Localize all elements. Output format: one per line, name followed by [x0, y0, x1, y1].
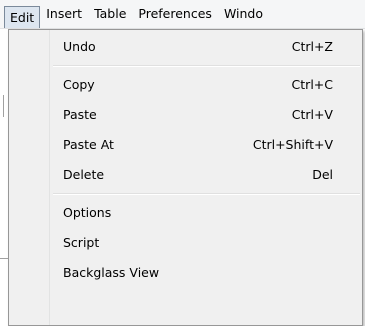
- menu-item-paste[interactable]: Paste Ctrl+V: [9, 100, 362, 130]
- menu-item-options[interactable]: Options: [9, 198, 362, 228]
- menu-edit[interactable]: Edit: [4, 6, 41, 28]
- background-divider: [0, 258, 8, 259]
- menu-item-shortcut: Ctrl+Z: [291, 39, 333, 54]
- menu-insert[interactable]: Insert: [40, 4, 88, 24]
- menu-item-label: Script: [63, 235, 100, 250]
- menu-item-label: Options: [63, 205, 112, 220]
- edit-menu-list: Undo Ctrl+Z Copy Ctrl+C Paste Ctrl+V Pas…: [9, 30, 362, 288]
- menu-table[interactable]: Table: [88, 4, 132, 24]
- menu-item-label: Paste At: [63, 137, 114, 152]
- menu-separator: [9, 190, 362, 198]
- background-window-edge: [0, 29, 8, 326]
- menu-item-copy[interactable]: Copy Ctrl+C: [9, 70, 362, 100]
- menu-item-label: Copy: [63, 77, 95, 92]
- menu-item-backglass-view[interactable]: Backglass View: [9, 258, 362, 288]
- menu-item-undo[interactable]: Undo Ctrl+Z: [9, 32, 362, 62]
- menu-item-shortcut: Ctrl+V: [291, 107, 333, 122]
- menu-preferences[interactable]: Preferences: [132, 4, 218, 24]
- menu-item-label: Delete: [63, 167, 105, 182]
- menu-item-script[interactable]: Script: [9, 228, 362, 258]
- menu-item-label: Undo: [63, 39, 96, 54]
- menu-item-shortcut: Ctrl+C: [291, 77, 333, 92]
- menu-item-label: Paste: [63, 107, 97, 122]
- menu-item-paste-at[interactable]: Paste At Ctrl+Shift+V: [9, 130, 362, 160]
- menu-item-delete[interactable]: Delete Del: [9, 160, 362, 190]
- menu-separator: [9, 62, 362, 70]
- edit-menu-dropdown: Undo Ctrl+Z Copy Ctrl+C Paste Ctrl+V Pas…: [8, 29, 363, 326]
- menu-window[interactable]: Windo: [218, 4, 269, 24]
- background-divider: [3, 95, 4, 117]
- menu-item-shortcut: Del: [312, 167, 333, 182]
- menu-item-shortcut: Ctrl+Shift+V: [252, 137, 333, 152]
- menu-bar: Edit Insert Table Preferences Windo: [0, 0, 365, 29]
- menu-item-label: Backglass View: [63, 265, 160, 280]
